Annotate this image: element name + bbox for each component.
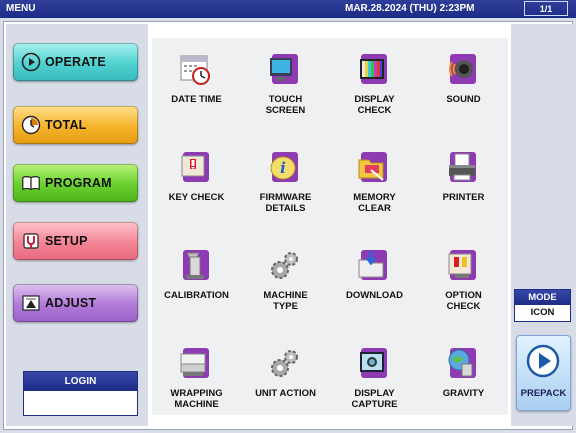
menu-item-display-capture[interactable]: DISPLAY CAPTURE [330, 332, 419, 426]
clock-icon [21, 115, 41, 135]
menu-item-label: SOUND [446, 94, 481, 105]
menu-item-date-time[interactable]: DATE TIME [152, 38, 241, 132]
menu-item-firmware-details[interactable]: i FIRMWARE DETAILS [241, 136, 330, 230]
menu-item-calibration[interactable]: CALIBRATION [152, 234, 241, 328]
program-button[interactable]: PROGRAM [13, 164, 138, 202]
speaker-icon [449, 54, 476, 84]
mode-indicator[interactable]: MODE ICON [514, 289, 571, 322]
menu-item-machine-type[interactable]: MACHINE TYPE [241, 234, 330, 328]
setup-button[interactable]: SETUP [13, 222, 138, 260]
menu-item-label: CALIBRATION [164, 290, 229, 301]
login-label: LOGIN [24, 372, 137, 391]
menu-item-sound[interactable]: SOUND [419, 38, 508, 132]
menu-item-wrapping-machine[interactable]: WRAPPING MACHINE [152, 332, 241, 426]
menu-item-label: TOUCH SCREEN [265, 94, 306, 116]
menu-item-label: UNIT ACTION [255, 388, 316, 399]
option-warning-icon [448, 250, 476, 280]
calendar-clock-icon [180, 55, 210, 85]
menu-item-label: MEMORY CLEAR [353, 192, 396, 214]
menu-item-display-check[interactable]: DISPLAY CHECK [330, 38, 419, 132]
menu-item-printer[interactable]: PRINTER [419, 136, 508, 230]
menu-item-label: DISPLAY CHECK [354, 94, 395, 116]
program-label: PROGRAM [45, 176, 112, 190]
camera-icon [360, 348, 387, 378]
adjust-button[interactable]: ADJUST [13, 284, 138, 322]
svg-text:i: i [280, 159, 286, 177]
menu-item-memory-clear[interactable]: MEMORY CLEAR [330, 136, 419, 230]
menu-item-label: DISPLAY CAPTURE [351, 388, 398, 410]
menu-item-label: KEY CHECK [168, 192, 225, 203]
play-circle-icon [21, 52, 41, 72]
menu-item-option-check[interactable]: OPTION CHECK [419, 234, 508, 328]
menu-item-gravity[interactable]: GRAVITY [419, 332, 508, 426]
color-bars-icon [360, 54, 387, 84]
total-button[interactable]: TOTAL [13, 106, 138, 144]
total-label: TOTAL [45, 118, 87, 132]
globe-weight-icon [448, 348, 476, 378]
gears-icon [271, 252, 298, 279]
date-time-display: MAR.28.2024 (THU) 2:23PM [345, 3, 475, 14]
gears-icon [271, 350, 298, 377]
setup-label: SETUP [45, 234, 88, 248]
menu-item-unit-action[interactable]: UNIT ACTION [241, 332, 330, 426]
prepack-label: PREPACK [520, 388, 567, 399]
menu-item-label: PRINTER [442, 192, 485, 203]
monitor-icon [270, 54, 298, 84]
menu-item-label: GRAVITY [442, 388, 485, 399]
login-box[interactable]: LOGIN [23, 371, 138, 416]
mode-label: MODE [515, 290, 570, 305]
mode-value: ICON [530, 307, 555, 318]
prepack-button[interactable]: PREPACK [516, 335, 571, 411]
operate-button[interactable]: OPERATE [13, 43, 138, 81]
key-warning-icon [181, 152, 209, 182]
menu-item-key-check[interactable]: KEY CHECK [152, 136, 241, 230]
book-icon [21, 173, 41, 193]
wrench-icon [21, 231, 41, 251]
folder-delete-icon [358, 152, 387, 182]
window-title: MENU [6, 3, 36, 14]
printer-icon [449, 152, 476, 182]
menu-icon-grid: DATE TIME TOUCH SCREEN DISPLAY CHECK SOUND… [152, 38, 508, 415]
slider-icon [21, 293, 41, 313]
menu-item-label: WRAPPING MACHINE [170, 388, 223, 410]
page-indicator: 1/1 [524, 1, 568, 16]
folder-download-icon [358, 250, 387, 280]
menu-item-label: DATE TIME [171, 94, 222, 105]
adjust-label: ADJUST [45, 296, 97, 310]
weight-icon [183, 250, 209, 280]
top-bar: MENU MAR.28.2024 (THU) 2:23PM 1/1 [0, 0, 576, 18]
info-icon: i [270, 152, 298, 182]
menu-item-download[interactable]: DOWNLOAD [330, 234, 419, 328]
play-circle-icon [526, 344, 560, 378]
operate-label: OPERATE [45, 55, 106, 69]
menu-item-touch-screen[interactable]: TOUCH SCREEN [241, 38, 330, 132]
login-value[interactable] [24, 391, 137, 415]
menu-item-label: DOWNLOAD [346, 290, 403, 301]
wrapping-machine-icon [180, 348, 209, 378]
menu-item-label: FIRMWARE DETAILS [259, 192, 312, 214]
menu-item-label: OPTION CHECK [445, 290, 482, 312]
menu-item-label: MACHINE TYPE [263, 290, 308, 312]
